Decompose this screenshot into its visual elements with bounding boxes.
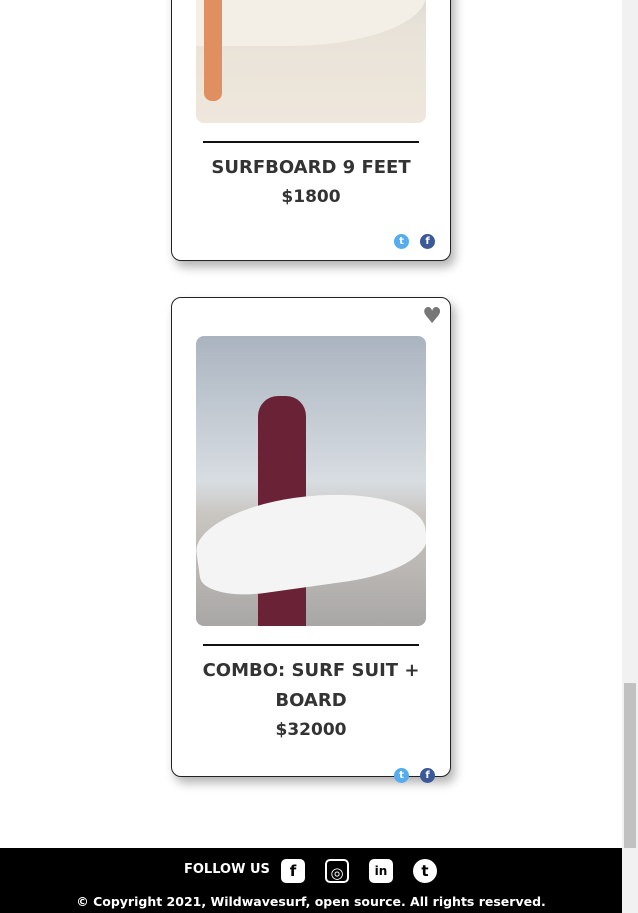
- product-card[interactable]: SURFBOARD 9 FEET $1800 t f: [171, 0, 451, 261]
- product-card[interactable]: ♥ COMBO: SURF SUIT + BOARD $32000 t f: [171, 297, 451, 783]
- linkedin-icon[interactable]: in: [369, 859, 393, 883]
- facebook-share-icon[interactable]: f: [420, 768, 435, 783]
- copyright: © Copyright 2021, Wildwavesurf, open sou…: [76, 894, 546, 909]
- twitter-share-icon[interactable]: t: [394, 234, 409, 249]
- scrollbar-thumb[interactable]: [624, 683, 636, 848]
- divider: [203, 644, 419, 646]
- product-image: [196, 0, 426, 123]
- divider: [203, 141, 419, 143]
- product-title: SURFBOARD 9 FEET: [211, 157, 411, 178]
- heart-icon[interactable]: ♥: [422, 304, 442, 329]
- twitter-share-icon[interactable]: t: [394, 768, 409, 783]
- product-title: COMBO: SURF SUIT + BOARD: [202, 660, 420, 711]
- facebook-icon[interactable]: f: [281, 859, 305, 883]
- twitter-icon[interactable]: t: [413, 859, 437, 883]
- facebook-share-icon[interactable]: f: [420, 234, 435, 249]
- footer: FOLLOW US f ◎ in t © Copyright 2021, Wil…: [0, 848, 622, 913]
- product-price: $32000: [275, 720, 347, 740]
- product-price: $1800: [281, 187, 341, 207]
- page: SURFBOARD 9 FEET $1800 t f ♥ COMBO: SURF…: [0, 0, 622, 913]
- scrollbar[interactable]: [622, 0, 638, 913]
- follow-us-label: FOLLOW US: [184, 862, 270, 877]
- instagram-icon[interactable]: ◎: [325, 859, 349, 883]
- product-image: [196, 336, 426, 626]
